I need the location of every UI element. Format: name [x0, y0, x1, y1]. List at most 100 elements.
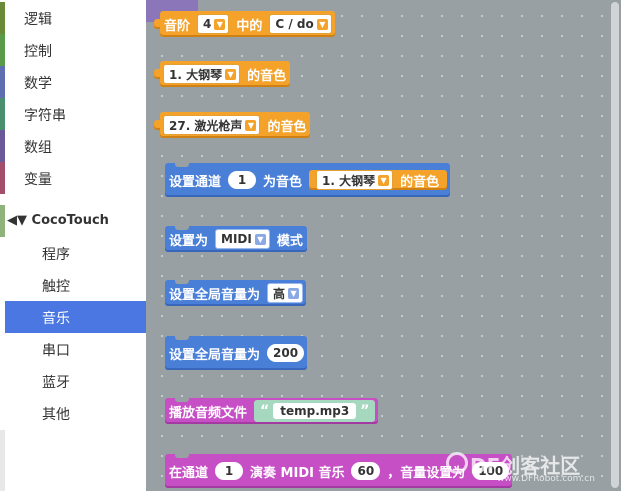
block-set-volume-value[interactable]: 设置全局音量为 200	[165, 335, 308, 370]
block-workspace[interactable]: 音阶 4 ▼ 中的 C / do ▼ 1. 大钢琴 ▼ 的音色 27. 激光枪声 ▼ 的…	[146, 0, 621, 491]
category-color-bar	[0, 66, 5, 98]
category-control[interactable]: 控制	[0, 34, 146, 66]
category-logic[interactable]: 逻辑	[0, 2, 146, 34]
chevron-down-icon: ▼	[254, 233, 266, 245]
note-input[interactable]: 60	[351, 462, 381, 480]
watermark-url: www.DFRobot.com.cn	[497, 474, 595, 484]
block-text: 播放音频文件	[169, 405, 248, 421]
dropdown-value: 高	[273, 286, 286, 301]
category-color-bar	[0, 34, 5, 66]
subcategory-serial[interactable]: 串口	[5, 333, 146, 365]
watermark-logo-icon	[446, 452, 468, 474]
instrument-dropdown[interactable]: 1. 大钢琴 ▼	[163, 64, 241, 84]
category-color-bar	[0, 205, 5, 237]
category-group-cocotouch[interactable]: ◀▼ CocoTouch	[0, 205, 146, 237]
block-text: 设置全局音量为	[169, 287, 261, 303]
block-text: 模式	[276, 233, 303, 249]
group-title: CocoTouch	[31, 213, 109, 228]
block-text: 中的	[236, 18, 263, 34]
subcategory-label: 串口	[42, 343, 70, 359]
block-set-volume-level[interactable]: 设置全局音量为 高 ▼	[165, 279, 307, 306]
filename-input[interactable]: temp.mp3	[273, 403, 357, 419]
output-tab	[154, 69, 160, 79]
block-text: 在通道	[169, 465, 209, 481]
quote-close-icon: ”	[360, 403, 370, 419]
category-label: 数学	[24, 76, 52, 92]
block-notch	[175, 453, 189, 458]
dropdown-value: 1. 大钢琴	[169, 67, 223, 82]
dropdown-value: 1. 大钢琴	[322, 173, 376, 188]
chevron-down-icon: ▼	[288, 287, 300, 299]
block-notch	[175, 397, 189, 402]
block-notch	[175, 225, 189, 230]
block-text: 设置全局音量为	[169, 347, 261, 363]
volume-level-dropdown[interactable]: 高 ▼	[267, 283, 304, 303]
subcategory-music[interactable]: 音乐	[5, 301, 146, 333]
subcategory-touch[interactable]: 触控	[5, 269, 146, 301]
chevron-down-icon: ▼	[316, 18, 328, 30]
block-text: 的音色	[267, 119, 307, 135]
category-label: 数组	[24, 140, 52, 156]
chevron-down-icon: ▼	[245, 119, 257, 131]
instrument-dropdown[interactable]: 27. 激光枪声 ▼	[163, 115, 261, 135]
channel-input[interactable]: 1	[215, 462, 244, 480]
block-notch	[175, 162, 189, 167]
channel-input[interactable]: 1	[228, 171, 257, 189]
output-tab	[154, 120, 160, 130]
dropdown-value: C / do	[275, 17, 314, 31]
subcategory-label: 其他	[42, 407, 70, 423]
chevron-down-icon: ▼	[225, 68, 237, 80]
category-color-bar	[0, 98, 5, 130]
block-text: 为音色	[263, 174, 303, 190]
category-math[interactable]: 数学	[0, 66, 146, 98]
block-text: 设置为	[169, 233, 209, 249]
nested-instrument-block[interactable]: 1. 大钢琴 ▼ 的音色	[309, 170, 448, 190]
note-dropdown[interactable]: C / do ▼	[269, 14, 332, 34]
string-block[interactable]: “ temp.mp3 ”	[254, 400, 376, 422]
category-variable[interactable]: 变量	[0, 162, 146, 194]
block-instrument[interactable]: 27. 激光枪声 ▼ 的音色	[154, 112, 311, 138]
block-set-mode[interactable]: 设置为 MIDI ▼ 模式	[165, 225, 307, 252]
subcategory-label: 音乐	[42, 311, 70, 327]
category-array[interactable]: 数组	[0, 130, 146, 162]
block-text: 演奏 MIDI 音乐	[250, 465, 345, 481]
workspace-scrollbar[interactable]	[611, 2, 619, 488]
chevron-down-icon: ▼	[214, 18, 226, 30]
subcategory-label: 触控	[42, 279, 70, 295]
collapse-arrow-icon[interactable]: ◀▼	[7, 213, 27, 228]
toolbox: 逻辑 控制 数学 字符串 数组 变量 ◀▼ CocoTouch 程序 触控 音乐…	[0, 0, 146, 491]
volume-input[interactable]: 200	[267, 344, 305, 362]
category-label: 字符串	[24, 108, 66, 124]
category-color-bar	[0, 2, 5, 34]
instrument-dropdown[interactable]: 1. 大钢琴 ▼	[316, 170, 394, 190]
block-play-audio-file[interactable]: 播放音频文件 “ temp.mp3 ”	[165, 397, 379, 424]
block-notch	[175, 335, 189, 340]
category-label: 逻辑	[24, 12, 52, 28]
dropdown-value: 4	[203, 17, 212, 31]
dropdown-value: MIDI	[221, 232, 252, 246]
block-text: 的音色	[247, 68, 287, 84]
category-label: 变量	[24, 172, 52, 188]
block-scale-note[interactable]: 音阶 4 ▼ 中的 C / do ▼	[154, 11, 335, 37]
toolbox-footer	[0, 430, 5, 491]
group-label: ◀▼ CocoTouch	[7, 213, 109, 228]
category-string[interactable]: 字符串	[0, 98, 146, 130]
output-tab	[154, 19, 160, 29]
category-color-bar	[0, 162, 5, 194]
subcategory-program[interactable]: 程序	[5, 237, 146, 269]
mode-dropdown[interactable]: MIDI ▼	[215, 229, 270, 249]
category-color-bar	[0, 130, 5, 162]
subcategory-label: 蓝牙	[42, 375, 70, 391]
block-text: 音阶	[164, 18, 191, 34]
subcategory-bluetooth[interactable]: 蓝牙	[5, 365, 146, 397]
block-set-channel-instrument[interactable]: 设置通道 1 为音色 1. 大钢琴 ▼ 的音色	[165, 162, 451, 197]
subcategory-label: 程序	[42, 247, 70, 263]
block-notch	[175, 279, 189, 284]
chevron-down-icon: ▼	[378, 174, 390, 186]
subcategory-other[interactable]: 其他	[5, 397, 146, 429]
block-text: 的音色	[400, 174, 440, 190]
octave-dropdown[interactable]: 4 ▼	[197, 14, 230, 34]
block-instrument[interactable]: 1. 大钢琴 ▼ 的音色	[154, 61, 291, 87]
quote-open-icon: “	[260, 403, 270, 419]
dropdown-value: 27. 激光枪声	[169, 118, 243, 133]
